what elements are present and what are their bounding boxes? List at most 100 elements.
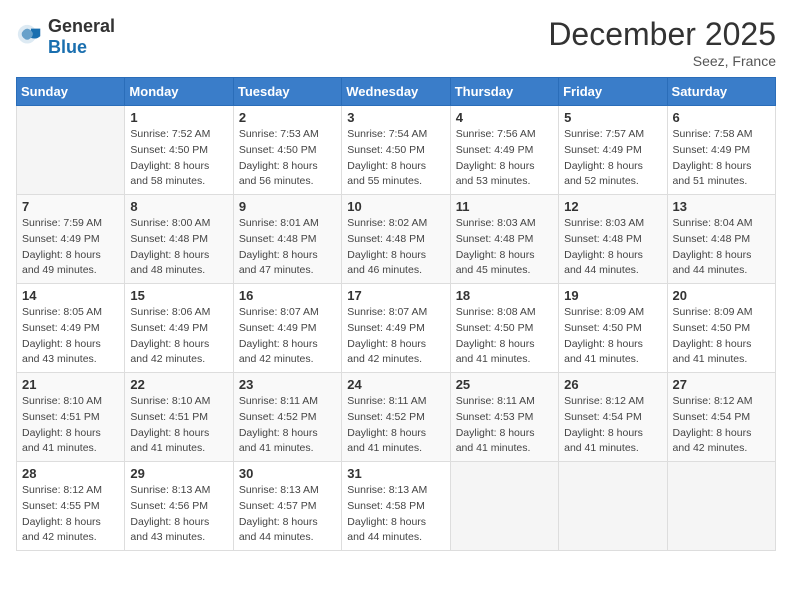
day-number: 29 xyxy=(130,466,227,481)
day-info: Sunrise: 8:09 AMSunset: 4:50 PMDaylight:… xyxy=(564,305,661,368)
calendar-cell: 24 Sunrise: 8:11 AMSunset: 4:52 PMDayligh… xyxy=(342,373,450,462)
month-title: December 2025 xyxy=(548,16,776,53)
day-info: Sunrise: 8:12 AMSunset: 4:54 PMDaylight:… xyxy=(564,394,661,457)
calendar-cell: 16 Sunrise: 8:07 AMSunset: 4:49 PMDayligh… xyxy=(233,284,341,373)
day-number: 16 xyxy=(239,288,336,303)
calendar-week-5: 28 Sunrise: 8:12 AMSunset: 4:55 PMDayligh… xyxy=(17,462,776,551)
calendar-cell: 22 Sunrise: 8:10 AMSunset: 4:51 PMDayligh… xyxy=(125,373,233,462)
day-number: 18 xyxy=(456,288,553,303)
day-number: 9 xyxy=(239,199,336,214)
column-header-tuesday: Tuesday xyxy=(233,78,341,106)
day-number: 11 xyxy=(456,199,553,214)
column-header-friday: Friday xyxy=(559,78,667,106)
day-info: Sunrise: 8:10 AMSunset: 4:51 PMDaylight:… xyxy=(130,394,227,457)
day-info: Sunrise: 8:04 AMSunset: 4:48 PMDaylight:… xyxy=(673,216,770,279)
day-number: 15 xyxy=(130,288,227,303)
calendar-cell: 26 Sunrise: 8:12 AMSunset: 4:54 PMDayligh… xyxy=(559,373,667,462)
calendar-week-1: 1 Sunrise: 7:52 AMSunset: 4:50 PMDaylight… xyxy=(17,106,776,195)
day-number: 5 xyxy=(564,110,661,125)
day-info: Sunrise: 8:08 AMSunset: 4:50 PMDaylight:… xyxy=(456,305,553,368)
calendar-cell: 18 Sunrise: 8:08 AMSunset: 4:50 PMDayligh… xyxy=(450,284,558,373)
day-number: 12 xyxy=(564,199,661,214)
day-info: Sunrise: 8:12 AMSunset: 4:55 PMDaylight:… xyxy=(22,483,119,546)
calendar-cell: 9Sunrise: 8:01 AMSunset: 4:48 PMDaylight… xyxy=(233,195,341,284)
calendar-cell: 25 Sunrise: 8:11 AMSunset: 4:53 PMDayligh… xyxy=(450,373,558,462)
day-info: Sunrise: 8:11 AMSunset: 4:53 PMDaylight:… xyxy=(456,394,553,457)
day-info: Sunrise: 7:52 AMSunset: 4:50 PMDaylight:… xyxy=(130,127,227,190)
day-number: 24 xyxy=(347,377,444,392)
calendar-week-2: 7Sunrise: 7:59 AMSunset: 4:49 PMDaylight… xyxy=(17,195,776,284)
calendar-cell: 12 Sunrise: 8:03 AMSunset: 4:48 PMDayligh… xyxy=(559,195,667,284)
calendar-cell: 2Sunrise: 7:53 AMSunset: 4:50 PMDaylight… xyxy=(233,106,341,195)
day-number: 3 xyxy=(347,110,444,125)
logo: General Blue xyxy=(16,16,115,58)
column-header-monday: Monday xyxy=(125,78,233,106)
calendar-cell xyxy=(17,106,125,195)
calendar-cell: 13 Sunrise: 8:04 AMSunset: 4:48 PMDayligh… xyxy=(667,195,775,284)
calendar-cell: 19 Sunrise: 8:09 AMSunset: 4:50 PMDayligh… xyxy=(559,284,667,373)
day-number: 1 xyxy=(130,110,227,125)
day-info: Sunrise: 8:03 AMSunset: 4:48 PMDaylight:… xyxy=(456,216,553,279)
calendar-cell: 29 Sunrise: 8:13 AMSunset: 4:56 PMDayligh… xyxy=(125,462,233,551)
day-info: Sunrise: 7:58 AMSunset: 4:49 PMDaylight:… xyxy=(673,127,770,190)
calendar-cell: 14Sunrise: 8:05 AMSunset: 4:49 PMDayligh… xyxy=(17,284,125,373)
day-number: 25 xyxy=(456,377,553,392)
calendar-cell xyxy=(559,462,667,551)
calendar-cell: 15 Sunrise: 8:06 AMSunset: 4:49 PMDayligh… xyxy=(125,284,233,373)
calendar-cell: 27 Sunrise: 8:12 AMSunset: 4:54 PMDayligh… xyxy=(667,373,775,462)
day-info: Sunrise: 7:56 AMSunset: 4:49 PMDaylight:… xyxy=(456,127,553,190)
column-header-wednesday: Wednesday xyxy=(342,78,450,106)
day-number: 21 xyxy=(22,377,119,392)
calendar-week-4: 21 Sunrise: 8:10 AMSunset: 4:51 PMDayligh… xyxy=(17,373,776,462)
day-info: Sunrise: 8:10 AMSunset: 4:51 PMDaylight:… xyxy=(22,394,119,457)
logo-text-blue: Blue xyxy=(48,37,87,57)
day-number: 22 xyxy=(130,377,227,392)
day-info: Sunrise: 8:05 AMSunset: 4:49 PMDaylight:… xyxy=(22,305,119,368)
calendar-cell: 5Sunrise: 7:57 AMSunset: 4:49 PMDaylight… xyxy=(559,106,667,195)
day-info: Sunrise: 8:03 AMSunset: 4:48 PMDaylight:… xyxy=(564,216,661,279)
day-info: Sunrise: 8:07 AMSunset: 4:49 PMDaylight:… xyxy=(347,305,444,368)
day-number: 23 xyxy=(239,377,336,392)
day-info: Sunrise: 8:11 AMSunset: 4:52 PMDaylight:… xyxy=(347,394,444,457)
day-info: Sunrise: 8:02 AMSunset: 4:48 PMDaylight:… xyxy=(347,216,444,279)
day-number: 26 xyxy=(564,377,661,392)
calendar-header-row: SundayMondayTuesdayWednesdayThursdayFrid… xyxy=(17,78,776,106)
column-header-saturday: Saturday xyxy=(667,78,775,106)
calendar-cell: 11 Sunrise: 8:03 AMSunset: 4:48 PMDayligh… xyxy=(450,195,558,284)
day-number: 2 xyxy=(239,110,336,125)
day-number: 4 xyxy=(456,110,553,125)
day-number: 17 xyxy=(347,288,444,303)
calendar-cell: 28 Sunrise: 8:12 AMSunset: 4:55 PMDayligh… xyxy=(17,462,125,551)
day-number: 27 xyxy=(673,377,770,392)
calendar-cell: 7Sunrise: 7:59 AMSunset: 4:49 PMDaylight… xyxy=(17,195,125,284)
day-info: Sunrise: 8:06 AMSunset: 4:49 PMDaylight:… xyxy=(130,305,227,368)
day-number: 13 xyxy=(673,199,770,214)
day-number: 31 xyxy=(347,466,444,481)
calendar-cell: 6 Sunrise: 7:58 AMSunset: 4:49 PMDaylight… xyxy=(667,106,775,195)
logo-icon xyxy=(16,23,44,51)
day-info: Sunrise: 8:13 AMSunset: 4:57 PMDaylight:… xyxy=(239,483,336,546)
day-number: 8 xyxy=(130,199,227,214)
column-header-thursday: Thursday xyxy=(450,78,558,106)
calendar-cell xyxy=(667,462,775,551)
day-number: 19 xyxy=(564,288,661,303)
calendar-cell: 23 Sunrise: 8:11 AMSunset: 4:52 PMDayligh… xyxy=(233,373,341,462)
day-info: Sunrise: 8:13 AMSunset: 4:56 PMDaylight:… xyxy=(130,483,227,546)
day-info: Sunrise: 8:07 AMSunset: 4:49 PMDaylight:… xyxy=(239,305,336,368)
day-number: 6 xyxy=(673,110,770,125)
title-area: December 2025 Seez, France xyxy=(548,16,776,69)
day-info: Sunrise: 8:12 AMSunset: 4:54 PMDaylight:… xyxy=(673,394,770,457)
day-number: 28 xyxy=(22,466,119,481)
day-info: Sunrise: 8:11 AMSunset: 4:52 PMDaylight:… xyxy=(239,394,336,457)
location: Seez, France xyxy=(548,53,776,69)
day-info: Sunrise: 8:00 AMSunset: 4:48 PMDaylight:… xyxy=(130,216,227,279)
logo-text-general: General xyxy=(48,16,115,36)
day-info: Sunrise: 7:54 AMSunset: 4:50 PMDaylight:… xyxy=(347,127,444,190)
day-number: 30 xyxy=(239,466,336,481)
day-info: Sunrise: 8:09 AMSunset: 4:50 PMDaylight:… xyxy=(673,305,770,368)
calendar-cell: 3 Sunrise: 7:54 AMSunset: 4:50 PMDaylight… xyxy=(342,106,450,195)
calendar-cell: 1 Sunrise: 7:52 AMSunset: 4:50 PMDaylight… xyxy=(125,106,233,195)
calendar-table: SundayMondayTuesdayWednesdayThursdayFrid… xyxy=(16,77,776,551)
day-number: 7 xyxy=(22,199,119,214)
calendar-cell: 8 Sunrise: 8:00 AMSunset: 4:48 PMDaylight… xyxy=(125,195,233,284)
